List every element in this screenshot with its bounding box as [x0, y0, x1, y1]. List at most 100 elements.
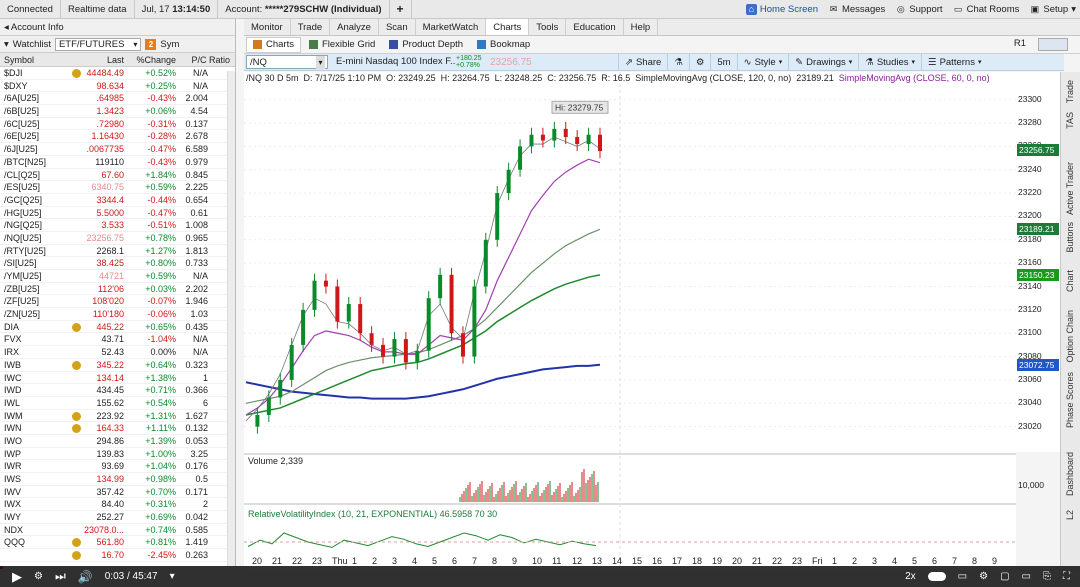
- tab-help[interactable]: Help: [624, 19, 659, 35]
- watchlist-menu-icon[interactable]: 2: [145, 38, 157, 50]
- drawings-menu[interactable]: ✎ Drawings ▾: [788, 53, 858, 71]
- chart-settings-extra[interactable]: ⇗ Share: [618, 53, 667, 71]
- watchlist-row[interactable]: /CL[Q25] 67.60 +1.84% 0.845: [0, 169, 235, 182]
- watchlist-row[interactable]: 16.70 -2.45% 0.263: [0, 549, 235, 562]
- watchlist-row[interactable]: NDX 23078.0... +0.74% 0.585: [0, 524, 235, 537]
- watchlist-row[interactable]: /YM[U25] 44721 +0.59% N/A: [0, 270, 235, 283]
- setup-button[interactable]: ▣ Setup ▾: [1029, 4, 1076, 15]
- watchlist-row[interactable]: IRX 52.43 0.00% N/A: [0, 346, 235, 359]
- price-chart[interactable]: Hi: 23279.75 Volume 2,339 RelativeVolatili…: [244, 72, 1016, 570]
- support-button[interactable]: ◎ Support: [895, 4, 943, 15]
- watchlist-row[interactable]: IWO 294.86 +1.39% 0.053: [0, 435, 235, 448]
- chevron-down-icon[interactable]: ▾: [170, 571, 175, 582]
- watchlist-row[interactable]: IWC 134.14 +1.38% 1: [0, 372, 235, 385]
- account-info-header[interactable]: ◂ Account Info: [0, 19, 235, 36]
- watchlist-row[interactable]: /SI[U25] 38.425 +0.80% 0.733: [0, 257, 235, 270]
- watchlist-selector[interactable]: ETF/FUTURES: [54, 37, 142, 51]
- account-selector[interactable]: Account: *****279SCHW (Individual): [218, 0, 390, 19]
- col-symbol[interactable]: Symbol: [0, 53, 72, 66]
- speed-label[interactable]: 2x: [905, 571, 916, 582]
- watchlist-row[interactable]: IWD 434.45 +0.71% 0.366: [0, 384, 235, 397]
- tab-marketwatch[interactable]: MarketWatch: [416, 19, 487, 35]
- studies-menu[interactable]: ⚗ Studies ▾: [858, 53, 921, 71]
- watchlist-row[interactable]: /6C[U25] .72980 -0.31% 0.137: [0, 118, 235, 131]
- side-tab-l2[interactable]: L2: [1065, 510, 1075, 520]
- col-pc-ratio[interactable]: P/C Ratio: [176, 53, 230, 66]
- play-button[interactable]: ▶: [12, 569, 22, 585]
- watchlist-row[interactable]: /6E[U25] 1.16430 -0.28% 2.678: [0, 130, 235, 144]
- side-tab-option-chain[interactable]: Option Chain: [1065, 310, 1075, 363]
- theater-icon[interactable]: ▭: [1022, 571, 1031, 582]
- side-tab-trade[interactable]: Trade: [1065, 80, 1075, 103]
- tab-trade[interactable]: Trade: [291, 19, 331, 35]
- side-tab-phase-scores[interactable]: Phase Scores: [1065, 372, 1075, 428]
- watchlist-row[interactable]: DIA 445.22 +0.65% 0.435: [0, 321, 235, 334]
- watchlist-row[interactable]: /ZF[U25] 108'020 -0.07% 1.946: [0, 295, 235, 309]
- tab-charts[interactable]: Charts: [486, 19, 530, 35]
- add-account-button[interactable]: +: [390, 0, 412, 19]
- subtab-charts[interactable]: Charts: [246, 36, 301, 53]
- watchlist-row[interactable]: /ZN[U25] 110'180 -0.06% 1.03: [0, 308, 235, 321]
- watchlist-row[interactable]: IWS 134.99 +0.98% 0.5: [0, 473, 235, 486]
- watchlist-row[interactable]: IWP 139.83 +1.00% 3.25: [0, 448, 235, 461]
- watchlist-row[interactable]: IWY 252.27 +0.69% 0.042: [0, 511, 235, 524]
- col-last[interactable]: Last: [84, 53, 124, 66]
- tab-monitor[interactable]: Monitor: [244, 19, 291, 35]
- chat-rooms-button[interactable]: ▭ Chat Rooms: [953, 4, 1020, 15]
- watchlist-row[interactable]: /NQ[U25] 23256.75 +0.78% 0.965: [0, 232, 235, 245]
- tab-tools[interactable]: Tools: [529, 19, 567, 35]
- watchlist-row[interactable]: /BTC[N25] 119110 -0.43% 0.979: [0, 156, 235, 169]
- watchlist-row[interactable]: /NG[Q25] 3.533 -0.51% 1.008: [0, 219, 235, 232]
- settings-icon[interactable]: ⚙: [979, 571, 988, 582]
- subtab-product-depth[interactable]: Product Depth: [383, 37, 469, 53]
- subtab-bookmap[interactable]: Bookmap: [471, 37, 536, 53]
- timeframe-selector[interactable]: 5m: [710, 53, 736, 71]
- chart-canvas[interactable]: Hi: 23279.75 Volume 2,339 RelativeVolatili…: [244, 72, 1016, 570]
- style-menu[interactable]: ∿ Style ▾: [736, 53, 789, 71]
- watchlist-row[interactable]: IWR 93.69 +1.04% 0.176: [0, 460, 235, 473]
- gear-button[interactable]: ⚙: [688, 53, 711, 71]
- patterns-menu[interactable]: ☰ Patterns ▾: [921, 53, 987, 71]
- layout-selector[interactable]: [1038, 38, 1068, 51]
- cast-icon[interactable]: ⎘: [1043, 571, 1051, 582]
- watchlist-row[interactable]: /ZB[U25] 112'06 +0.03% 2.202: [0, 283, 235, 296]
- watchlist-row[interactable]: /GC[Q25] 3344.4 -0.44% 0.654: [0, 194, 235, 207]
- watchlist-row[interactable]: IWM 223.92 +1.31% 1.627: [0, 410, 235, 423]
- settings-small-button[interactable]: ⚙: [34, 571, 43, 582]
- side-tab-tas[interactable]: TAS: [1065, 112, 1075, 129]
- collapse-icon[interactable]: ▾: [4, 39, 9, 50]
- symbol-input[interactable]: /NQ: [246, 55, 328, 69]
- side-tab-chart[interactable]: Chart: [1065, 270, 1075, 292]
- fullscreen-icon[interactable]: ⛶: [1063, 571, 1070, 582]
- home-screen-button[interactable]: ⌂ Home Screen: [745, 4, 818, 15]
- side-tab-buttons[interactable]: Buttons: [1065, 222, 1075, 253]
- volume-button[interactable]: 🔊: [78, 570, 93, 584]
- flask-button[interactable]: ⚗: [667, 53, 689, 71]
- watchlist-row[interactable]: QQQ 561.80 +0.81% 1.419: [0, 536, 235, 550]
- symbol-tab[interactable]: Sym: [160, 39, 179, 50]
- watchlist-row[interactable]: IWN 164.33 +1.11% 0.132: [0, 422, 235, 435]
- watchlist-row[interactable]: $DXY 98.634 +0.25% N/A: [0, 80, 235, 93]
- subtab-flexible-grid[interactable]: Flexible Grid: [303, 37, 381, 53]
- watchlist-scrollbar[interactable]: [227, 71, 235, 567]
- tab-scan[interactable]: Scan: [379, 19, 416, 35]
- watchlist-row[interactable]: FVX 43.71 -1.04% N/A: [0, 333, 235, 347]
- watchlist-row[interactable]: IWL 155.62 +0.54% 6: [0, 397, 235, 410]
- side-tab-dashboard[interactable]: Dashboard: [1065, 452, 1075, 496]
- watchlist-row[interactable]: /6A[U25] .64985 -0.43% 2.004: [0, 92, 235, 106]
- watchlist-row[interactable]: $DJI 44484.49 +0.52% N/A: [0, 67, 235, 80]
- miniplayer-icon[interactable]: ▢: [1000, 571, 1009, 582]
- watchlist-row[interactable]: /6J[U25] .0067735 -0.47% 6.589: [0, 143, 235, 156]
- watchlist-row[interactable]: IWX 84.40 +0.31% 2: [0, 498, 235, 512]
- autoplay-toggle[interactable]: [927, 572, 946, 581]
- price-axis[interactable]: 2330023280232602324023220232002318023160…: [1016, 72, 1060, 490]
- watchlist-row[interactable]: /RTY[U25] 2268.1 +1.27% 1.813: [0, 245, 235, 258]
- next-button[interactable]: ⏭: [55, 569, 66, 584]
- watchlist-row[interactable]: /6B[U25] 1.3423 +0.06% 4.54: [0, 105, 235, 118]
- side-tab-active-trader[interactable]: Active Trader: [1065, 162, 1075, 215]
- tab-education[interactable]: Education: [566, 19, 624, 35]
- captions-icon[interactable]: ▭: [958, 571, 967, 582]
- col-change[interactable]: %Change: [124, 53, 176, 66]
- tab-analyze[interactable]: Analyze: [330, 19, 379, 35]
- watchlist-row[interactable]: /HG[U25] 5.5000 -0.47% 0.61: [0, 207, 235, 220]
